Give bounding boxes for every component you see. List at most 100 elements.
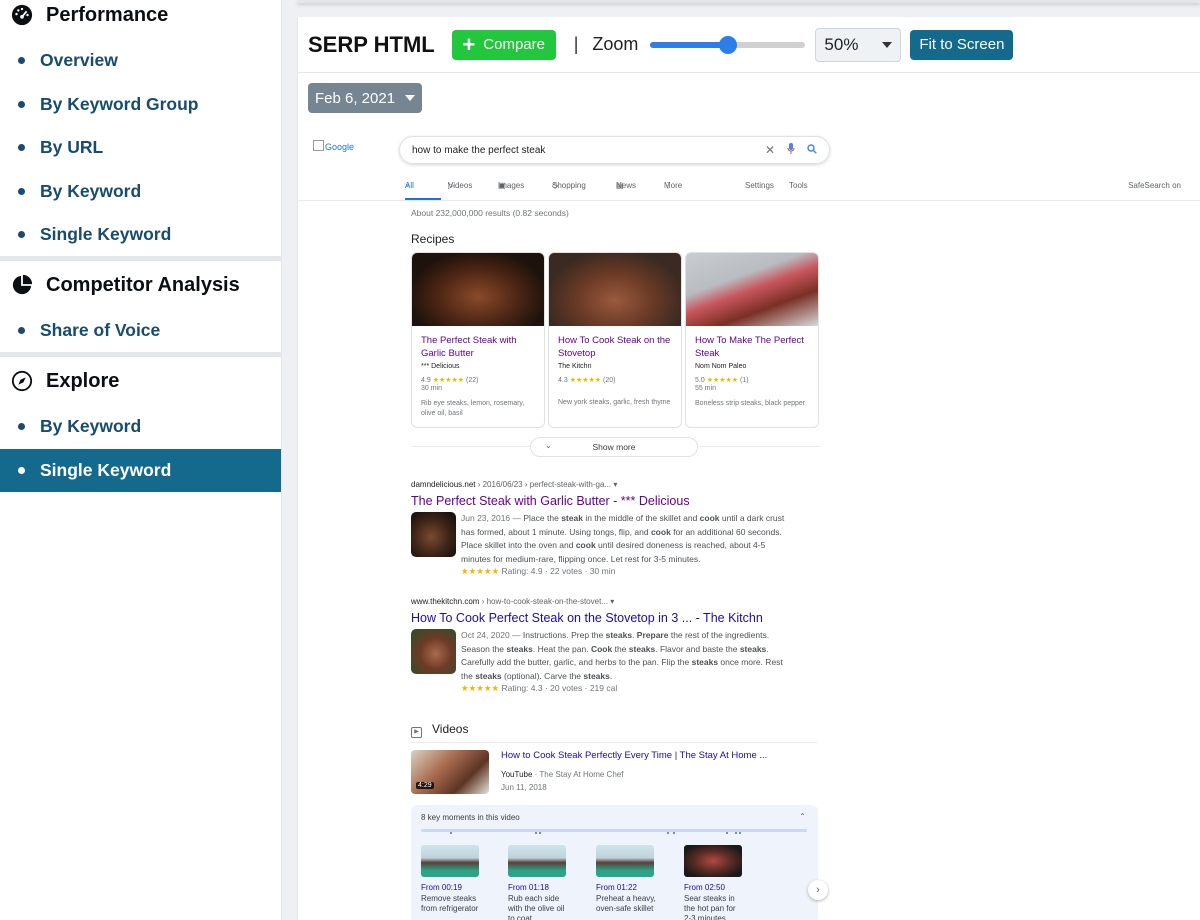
result-stats: About 232,000,000 results (0.82 seconds) [411,208,569,218]
result-title[interactable]: How To Cook Perfect Steak on the Stoveto… [411,611,791,625]
sidebar-item-label: Share of Voice [40,320,161,341]
result-rating: ★★★★★ Rating: 4.9 · 22 votes · 30 min [461,566,791,577]
key-moments-label: 8 key moments in this video [421,813,520,822]
sidebar-item-single-keyword[interactable]: Single Keyword [0,213,281,257]
rating-count: (20) [603,377,616,384]
result-title[interactable]: The Perfect Steak with Garlic Butter - *… [411,494,791,508]
bullet-icon [18,327,25,335]
star-rating-icon: ★★★★★ [461,566,500,576]
fit-to-screen-button[interactable]: Fit to Screen [910,29,1014,60]
recipe-time: 55 min [695,385,717,392]
bullet-icon [18,187,25,195]
moment-thumbnail [421,845,479,877]
compare-button[interactable]: + Compare [451,29,556,60]
recipe-title: The Perfect Steak with Garlic Butter [421,335,517,359]
tab-label: News [616,181,637,190]
section-label: Performance [46,3,169,26]
moment-marker [539,832,541,834]
result-date: Oct 24, 2020 — [461,630,523,640]
chevron-right-icon[interactable]: › [808,880,828,900]
zoom-label: Zoom [592,34,639,54]
recipe-source: Nom Nom Paleo [695,363,747,370]
main-panel: SERP HTML + Compare | Zoom 50% Fit to Sc… [297,17,1200,920]
caret-down-icon [882,41,893,48]
bullet-icon [18,100,25,108]
toolbar-separator: | [573,34,579,54]
bullet-icon [18,57,25,65]
sidebar-item-label: By Keyword [40,416,142,437]
sidebar-item-overview[interactable]: Overview [0,39,281,83]
sidebar-item-by-keyword-group[interactable]: By Keyword Group [0,83,281,127]
search-icon[interactable] [807,143,817,157]
result-path: › how-to-cook-steak-on-the-stovet... [479,597,608,606]
recipe-ingredients: Boneless strip steaks, black pepper [695,400,806,407]
key-moment[interactable]: From 02:50 Sear steaks in the hot pan fo… [684,845,744,920]
recipe-source: *** Delicious [421,363,460,370]
moment-time: From 00:19 [421,883,462,892]
organic-result: www.thekitchn.com › how-to-cook-steak-on… [411,597,791,694]
zoom-select-value: 50% [824,34,859,54]
result-url[interactable]: www.thekitchn.com › how-to-cook-steak-on… [411,597,791,606]
recipe-rating: 5.0 ★★★★★ (1) [695,376,809,384]
recipe-ingredients: Rib eye steaks, lemon, rosemary, olive o… [421,400,525,417]
caret-down-icon[interactable]: ▾ [613,480,617,489]
sidebar-item-explore-single-keyword[interactable]: Single Keyword [0,448,281,492]
tab-settings[interactable]: Settings [745,181,774,190]
result-domain: damndelicious.net [411,480,476,489]
result-domain: www.thekitchn.com [411,597,480,606]
recipe-card[interactable]: How To Cook Steak on the Stovetop The Ki… [548,252,682,428]
sidebar-item-share-of-voice[interactable]: Share of Voice [0,309,281,353]
video-icon: ▶ [411,727,422,738]
safesearch-status[interactable]: SafeSearch on [1128,181,1181,190]
recipe-card[interactable]: How To Make The Perfect Steak Nom Nom Pa… [685,252,819,428]
video-channel: · The Stay At Home Chef [532,770,624,779]
rating-count: (1) [740,377,749,384]
tab-label: Images [498,181,525,190]
recipe-rating: 4.3 ★★★★★ (20) [558,376,672,384]
sidebar-item-by-keyword[interactable]: By Keyword [0,170,281,214]
rating-count: (22) [466,377,479,384]
show-more-button[interactable]: ⌄ Show more [530,437,698,457]
videos-divider [411,742,817,743]
date-dropdown[interactable]: Feb 6, 2021 [308,83,422,113]
zoom-slider[interactable] [650,35,806,54]
sidebar-item-label: Single Keyword [40,459,172,480]
recipe-title: How To Make The Perfect Steak [695,335,804,359]
microphone-icon[interactable] [787,143,795,157]
caret-down-icon [405,95,416,101]
google-logo: Google [313,140,354,152]
key-moments-panel: 8 key moments in this video ⌃ From 00:19… [411,805,818,920]
tab-tools[interactable]: Tools [789,181,808,190]
key-moment[interactable]: From 01:22 Preheat a heavy, oven-safe sk… [596,845,656,914]
zoom-slider-handle[interactable] [718,35,737,54]
sidebar-item-label: Single Keyword [40,224,172,245]
sidebar-item-by-url[interactable]: By URL [0,126,281,170]
chevron-up-icon[interactable]: ⌃ [799,812,806,821]
result-meta: Rating: 4.3 · 20 votes · 219 cal [501,683,618,693]
search-query: how to make the perfect steak [412,144,546,156]
serp-search-box[interactable]: how to make the perfect steak ✕ [399,136,830,164]
recipe-title: How To Cook Steak on the Stovetop [558,335,671,359]
key-moment[interactable]: From 00:19 Remove steaks from refrigerat… [421,845,481,914]
zoom-select[interactable]: 50% [815,27,902,62]
moment-thumbnail [684,845,742,877]
chevron-down-icon: ⌄ [545,441,552,450]
recipe-card[interactable]: The Perfect Steak with Garlic Butter ***… [411,252,545,428]
result-path: › 2016/06/23 › perfect-steak-with-ga... [475,480,612,489]
video-title[interactable]: How to Cook Steak Perfectly Every Time |… [501,750,767,761]
sidebar-item-explore-by-keyword[interactable]: By Keyword [0,405,281,449]
video-duration: 4:29 [416,782,434,789]
bullet-icon [18,466,25,474]
moment-marker [450,832,452,834]
videos-heading-label: Videos [432,722,469,736]
date-value: Feb 6, 2021 [314,89,396,107]
pie-chart-icon [10,273,34,297]
result-url[interactable]: damndelicious.net › 2016/06/23 › perfect… [411,480,791,489]
sidebar-item-label: By Keyword Group [40,93,199,114]
caret-down-icon[interactable]: ▾ [610,597,614,606]
moment-marker [735,832,737,834]
recipe-source: The Kitchn [558,363,592,370]
moment-marker [726,832,728,834]
clear-icon[interactable]: ✕ [765,143,775,157]
key-moment[interactable]: From 01:18 Rub each side with the olive … [508,845,568,920]
